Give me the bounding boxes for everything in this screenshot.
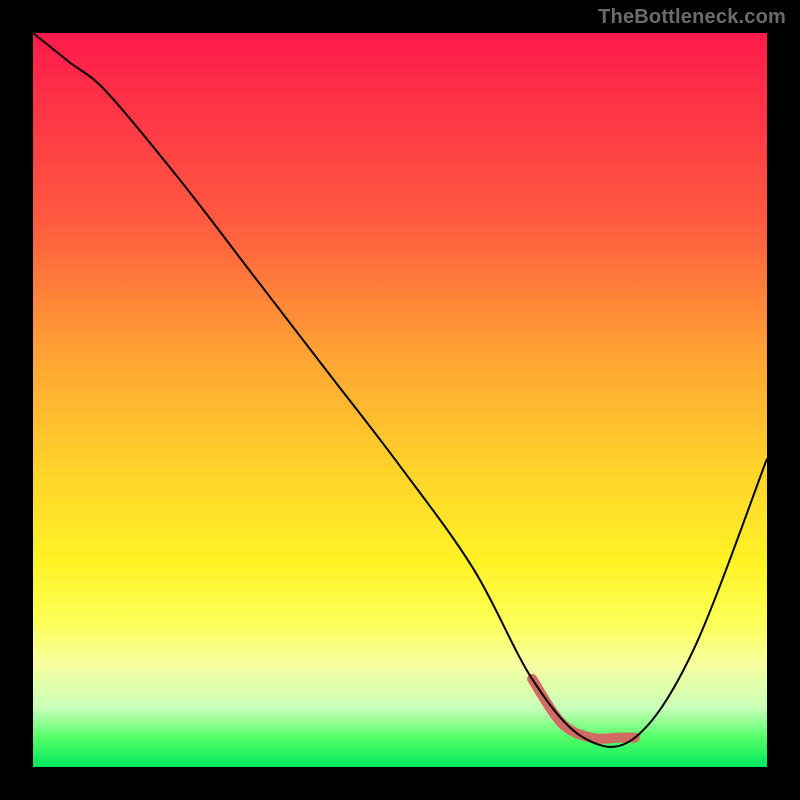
- optimal-zone-marker: [532, 679, 635, 739]
- bottleneck-curve-line: [33, 33, 767, 747]
- bottleneck-chart: [33, 33, 767, 767]
- watermark-text: TheBottleneck.com: [598, 6, 786, 29]
